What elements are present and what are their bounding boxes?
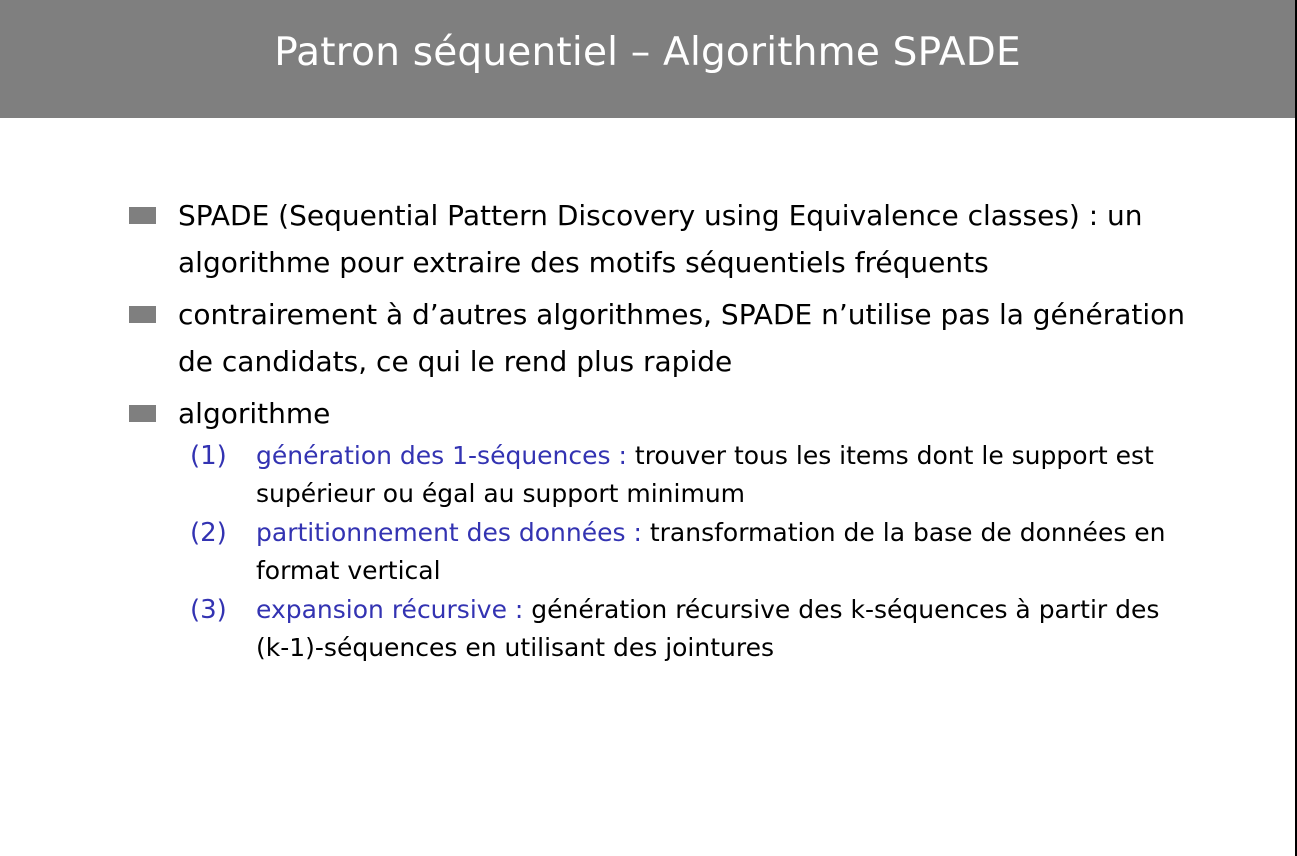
bullet-item: algorithme: [128, 390, 1188, 437]
bullet-text: algorithme: [178, 397, 331, 430]
square-bullet-icon: [129, 405, 156, 422]
square-bullet-icon: [129, 207, 156, 224]
step-item: (2) partitionnement des données : transf…: [128, 514, 1188, 590]
slide: Patron séquentiel – Algorithme SPADE SPA…: [0, 0, 1297, 856]
algorithm-steps: (1) génération des 1-séquences : trouver…: [128, 437, 1188, 667]
bullet-text: SPADE (Sequential Pattern Discovery usin…: [178, 199, 1143, 279]
step-item: (1) génération des 1-séquences : trouver…: [128, 437, 1188, 513]
bullet-text: contrairement à d’autres algorithmes, SP…: [178, 298, 1186, 378]
step-number: (3): [190, 595, 227, 625]
step-number: (2): [190, 518, 227, 548]
slide-content: SPADE (Sequential Pattern Discovery usin…: [128, 192, 1188, 667]
step-term: partitionnement des données :: [256, 518, 642, 547]
bullet-item: SPADE (Sequential Pattern Discovery usin…: [128, 192, 1188, 286]
slide-title: Patron séquentiel – Algorithme SPADE: [274, 29, 1021, 75]
bullet-item: contrairement à d’autres algorithmes, SP…: [128, 291, 1188, 385]
step-term: expansion récursive :: [256, 595, 524, 624]
square-bullet-icon: [129, 306, 156, 323]
step-item: (3) expansion récursive : génération réc…: [128, 591, 1188, 667]
step-term: génération des 1-séquences :: [256, 441, 627, 470]
title-bar: Patron séquentiel – Algorithme SPADE: [0, 0, 1295, 118]
step-number: (1): [190, 441, 227, 471]
